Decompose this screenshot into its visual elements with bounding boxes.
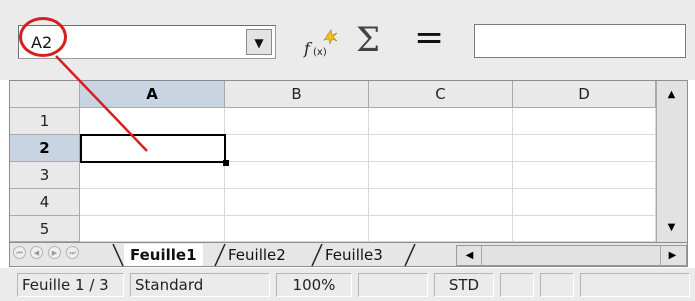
sheet-tab-feuille1[interactable]: Feuille1 [124,244,203,266]
sheet-tab-feuille3[interactable]: Feuille3 [319,244,389,266]
cell-b4[interactable] [225,189,369,216]
status-selection-mode[interactable]: STD [434,273,494,297]
cell-b1[interactable] [225,108,369,135]
cell-a3[interactable] [80,162,225,189]
tab-separator [112,244,124,266]
select-all-corner[interactable] [10,81,80,108]
row-header-1[interactable]: 1 [10,108,80,135]
column-header-b[interactable]: B [225,81,369,108]
scroll-down-arrow-icon[interactable]: ▼ [657,215,686,241]
cell-d1[interactable] [513,108,656,135]
status-page-style[interactable]: Standard [130,273,270,297]
sheet-tab-feuille2[interactable]: Feuille2 [222,244,292,266]
function-wizard-icon[interactable]: f (x) [302,28,342,60]
cell-a5[interactable] [80,216,225,242]
cell-b3[interactable] [225,162,369,189]
previous-sheet-icon[interactable]: ◀ [30,246,43,259]
cell-a4[interactable] [80,189,225,216]
horizontal-scrollbar[interactable] [456,245,687,266]
cell-c3[interactable] [369,162,513,189]
cell-b5[interactable] [225,216,369,242]
row-header-2[interactable]: 2 [10,135,80,162]
column-header-c[interactable]: C [369,81,513,108]
column-header-d[interactable]: D [513,81,656,108]
cell-b2[interactable] [225,135,369,162]
next-sheet-icon[interactable]: ▶ [48,246,61,259]
cell-c5[interactable] [369,216,513,242]
callout-circle [19,17,67,57]
row-header-5[interactable]: 5 [10,216,80,242]
name-box-dropdown-button[interactable]: ▼ [246,29,272,55]
row-header-3[interactable]: 3 [10,162,80,189]
row-header-4[interactable]: 4 [10,189,80,216]
sum-icon[interactable]: Σ [356,20,380,60]
svg-text:f: f [303,39,313,58]
tab-separator [404,244,416,266]
scroll-up-arrow-icon[interactable]: ▲ [657,82,686,108]
status-modified [500,273,534,297]
status-sum [580,273,690,297]
column-header-a[interactable]: A [80,81,225,108]
equals-icon[interactable]: = [414,18,444,58]
cell-d5[interactable] [513,216,656,242]
status-signature [540,273,574,297]
status-insert-mode[interactable] [358,273,428,297]
cell-c1[interactable] [369,108,513,135]
cell-c2[interactable] [369,135,513,162]
last-sheet-icon[interactable]: ⏭ [66,246,79,259]
status-zoom[interactable]: 100% [276,273,352,297]
active-cell-cursor[interactable] [80,134,226,163]
scroll-left-arrow-icon[interactable]: ◀ [458,246,482,265]
svg-text:(x): (x) [313,47,327,58]
cell-c4[interactable] [369,189,513,216]
status-sheet-indicator: Feuille 1 / 3 [17,273,124,297]
cell-d2[interactable] [513,135,656,162]
first-sheet-icon[interactable]: ⏮ [13,246,26,259]
cell-a1[interactable] [80,108,225,135]
cell-d3[interactable] [513,162,656,189]
fill-handle[interactable] [223,160,229,166]
cell-d4[interactable] [513,189,656,216]
formula-input[interactable] [474,24,686,58]
scroll-right-arrow-icon[interactable]: ▶ [660,246,684,265]
